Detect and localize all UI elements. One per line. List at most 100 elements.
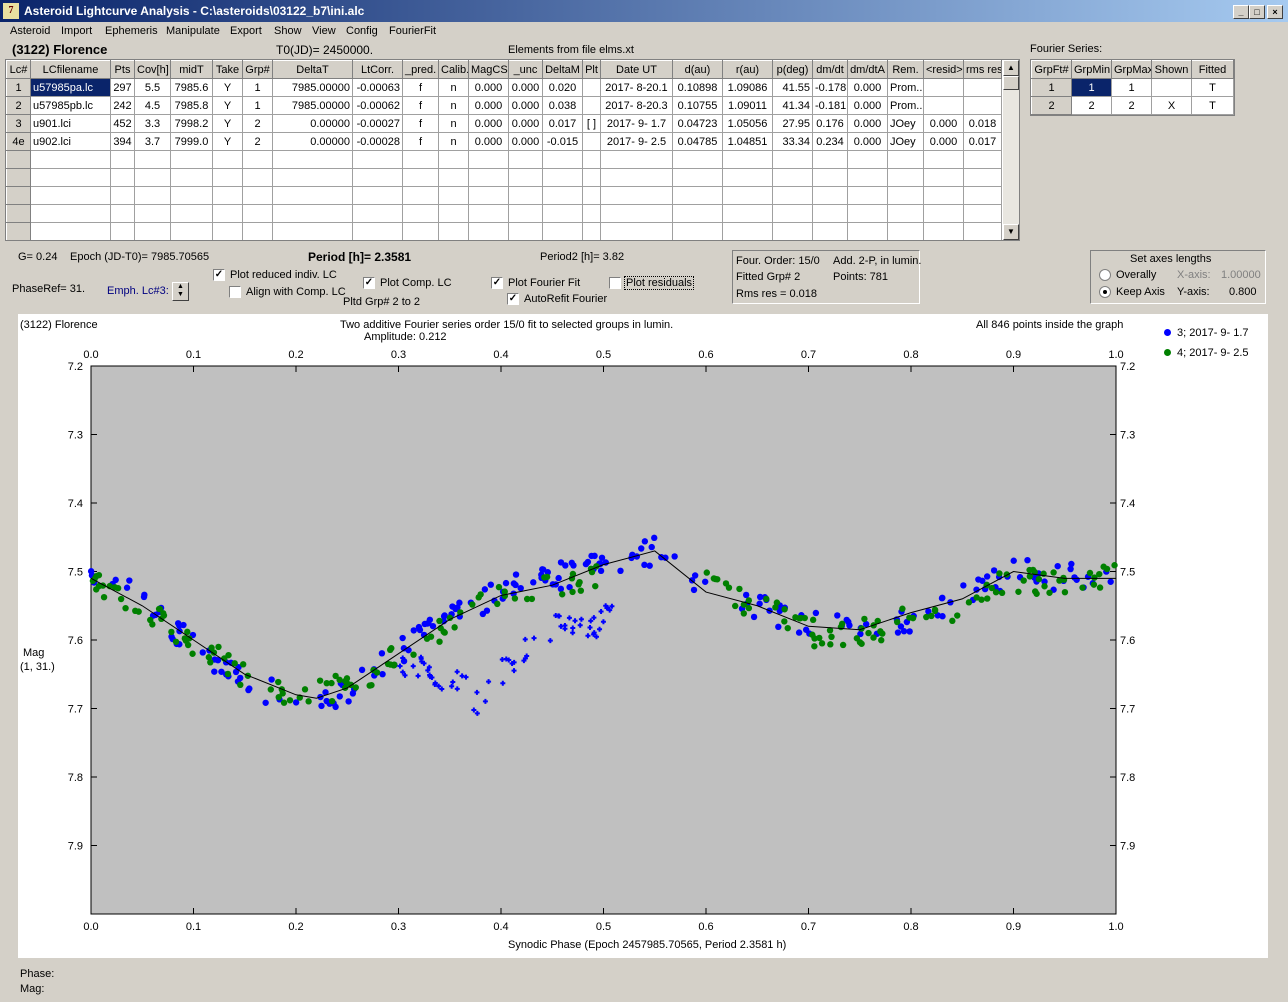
table-cell[interactable]: 0.000 xyxy=(468,114,509,133)
lightcurve-graph[interactable]: 0.0 0.0 0.1 0.1 0.2 0.2 0.3 0.3 0.4 0.4 0.5 0.5 0.6 0… xyxy=(18,314,1268,958)
table-cell[interactable] xyxy=(672,150,723,169)
lc-header-cell[interactable]: rms res xyxy=(963,60,1002,79)
table-cell[interactable] xyxy=(722,168,773,187)
lc-table-scrollbar[interactable]: ▲ ▼ xyxy=(1003,60,1019,240)
table-cell[interactable] xyxy=(352,186,403,205)
table-cell[interactable] xyxy=(772,150,813,169)
table-cell[interactable]: 2 xyxy=(242,114,273,133)
table-cell[interactable] xyxy=(438,204,469,223)
table-cell[interactable]: n xyxy=(438,132,469,151)
table-cell[interactable]: 0.017 xyxy=(963,132,1002,151)
table-cell[interactable] xyxy=(963,222,1002,240)
table-cell[interactable]: Y xyxy=(212,132,243,151)
table-cell[interactable] xyxy=(170,204,213,223)
lc-header-cell[interactable]: LCfilename xyxy=(30,60,111,79)
table-cell[interactable] xyxy=(170,168,213,187)
table-cell[interactable] xyxy=(963,78,1002,97)
table-cell[interactable] xyxy=(242,204,273,223)
table-cell[interactable]: 2 xyxy=(1071,96,1112,115)
table-cell[interactable]: 7999.0 xyxy=(170,132,213,151)
scroll-up-icon[interactable]: ▲ xyxy=(1003,60,1019,76)
table-cell[interactable] xyxy=(438,222,469,240)
plot-reduced-checkbox[interactable]: ✓ xyxy=(213,269,225,281)
lc-header-cell[interactable]: Date UT xyxy=(600,60,673,79)
table-cell[interactable] xyxy=(772,186,813,205)
table-cell[interactable] xyxy=(508,168,543,187)
fourier-header-cell[interactable]: GrpMax xyxy=(1111,60,1152,79)
table-cell[interactable] xyxy=(134,222,171,240)
table-cell[interactable] xyxy=(963,204,1002,223)
table-cell[interactable]: 1 xyxy=(242,96,273,115)
row-header[interactable] xyxy=(6,168,31,187)
table-cell[interactable] xyxy=(110,204,135,223)
table-cell[interactable] xyxy=(30,186,111,205)
table-row[interactable] xyxy=(6,168,1002,187)
table-cell[interactable]: f xyxy=(402,78,439,97)
table-cell[interactable]: 0.000 xyxy=(923,132,964,151)
table-cell[interactable] xyxy=(963,168,1002,187)
table-cell[interactable]: T xyxy=(1191,96,1234,115)
lc-header-cell[interactable]: Pts xyxy=(110,60,135,79)
minimize-icon[interactable]: _ xyxy=(1233,5,1249,19)
table-cell[interactable] xyxy=(542,204,583,223)
table-cell[interactable] xyxy=(134,204,171,223)
table-cell[interactable]: 0.017 xyxy=(542,114,583,133)
row-header[interactable]: 1 xyxy=(6,78,31,97)
table-cell[interactable]: 1.04851 xyxy=(722,132,773,151)
autorefit-checkbox[interactable]: ✓ xyxy=(507,293,519,305)
table-cell[interactable]: 2 xyxy=(242,132,273,151)
table-cell[interactable] xyxy=(582,150,601,169)
table-cell[interactable] xyxy=(812,204,848,223)
table-cell[interactable] xyxy=(272,168,353,187)
plot-fourier-checkbox[interactable]: ✓ xyxy=(491,277,503,289)
table-cell[interactable] xyxy=(402,168,439,187)
table-cell[interactable] xyxy=(672,222,723,240)
table-row[interactable]: 111T xyxy=(1031,78,1234,97)
table-cell[interactable] xyxy=(134,168,171,187)
table-cell[interactable] xyxy=(352,204,403,223)
menu-show[interactable]: Show xyxy=(274,25,302,37)
table-cell[interactable] xyxy=(542,150,583,169)
row-header[interactable] xyxy=(6,150,31,169)
table-cell[interactable]: 1 xyxy=(1111,78,1152,97)
table-cell[interactable] xyxy=(30,204,111,223)
table-cell[interactable]: 452 xyxy=(110,114,135,133)
table-cell[interactable]: 27.95 xyxy=(772,114,813,133)
row-header[interactable]: 4e xyxy=(6,132,31,151)
table-cell[interactable] xyxy=(542,186,583,205)
table-cell[interactable] xyxy=(542,222,583,240)
table-cell[interactable]: 0.038 xyxy=(542,96,583,115)
table-cell[interactable]: 7998.2 xyxy=(170,114,213,133)
table-cell[interactable]: 0.000 xyxy=(847,114,888,133)
table-cell[interactable] xyxy=(508,204,543,223)
table-cell[interactable]: 0.000 xyxy=(847,132,888,151)
menu-manipulate[interactable]: Manipulate xyxy=(166,25,220,37)
table-cell[interactable] xyxy=(812,168,848,187)
lc-header-cell[interactable]: _unc xyxy=(508,60,543,79)
table-cell[interactable] xyxy=(812,150,848,169)
row-header[interactable]: 2 xyxy=(1031,96,1072,115)
table-cell[interactable]: 0.000 xyxy=(468,78,509,97)
table-cell[interactable]: 1 xyxy=(242,78,273,97)
table-cell[interactable] xyxy=(582,186,601,205)
menu-asteroid[interactable]: Asteroid xyxy=(10,25,50,37)
table-cell[interactable] xyxy=(170,150,213,169)
table-cell[interactable]: f xyxy=(402,114,439,133)
lc-header-cell[interactable]: r(au) xyxy=(722,60,773,79)
lc-header-cell[interactable]: Calib. xyxy=(438,60,469,79)
table-cell[interactable]: 41.34 xyxy=(772,96,813,115)
table-cell[interactable]: 0.176 xyxy=(812,114,848,133)
table-cell[interactable]: 242 xyxy=(110,96,135,115)
table-cell[interactable]: T xyxy=(1191,78,1234,97)
fourier-header-cell[interactable]: GrpFt# xyxy=(1031,60,1072,79)
table-cell[interactable] xyxy=(963,96,1002,115)
lc-header-cell[interactable]: _pred. xyxy=(402,60,439,79)
table-cell[interactable]: 297 xyxy=(110,78,135,97)
table-cell[interactable] xyxy=(772,168,813,187)
table-cell[interactable]: 1 xyxy=(1071,78,1112,97)
lc-header-cell[interactable]: dm/dtA xyxy=(847,60,888,79)
table-cell[interactable] xyxy=(352,150,403,169)
table-cell[interactable] xyxy=(508,150,543,169)
table-cell[interactable] xyxy=(272,222,353,240)
table-row[interactable] xyxy=(6,150,1002,169)
